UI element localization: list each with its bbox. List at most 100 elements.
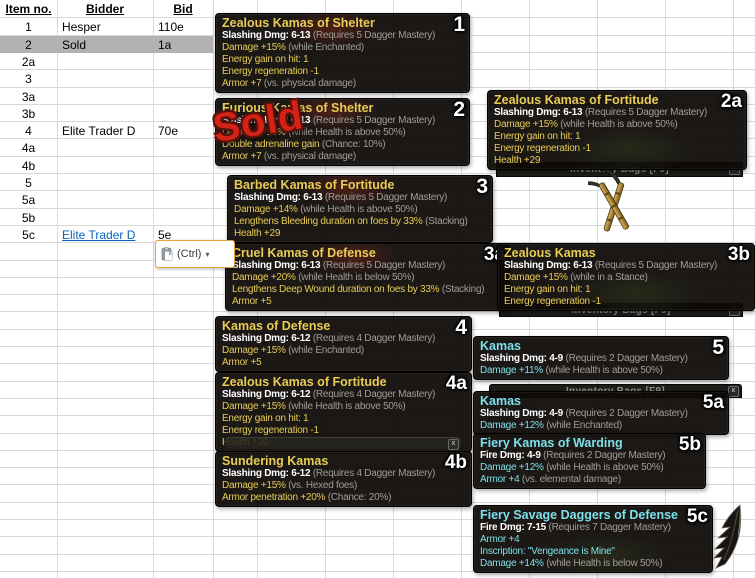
item-name: Kamas: [480, 339, 722, 353]
tooltip-stat-line: Damage +15% (while Health is above 50%): [494, 119, 740, 131]
cell-item-no[interactable]: 5a: [0, 191, 57, 208]
item-tooltip-3a: Cruel Kamas of DefenseSlashing Dmg: 6-13…: [225, 243, 510, 311]
cell-item-no[interactable]: 3b: [0, 105, 57, 122]
tooltip-stat-line: Slashing Dmg: 6-13 (Requires 5 Dagger Ma…: [504, 260, 748, 272]
cell-bid[interactable]: [153, 105, 218, 122]
cell-item-no[interactable]: 4a: [0, 139, 57, 156]
column-header-bidder[interactable]: Bidder: [57, 0, 153, 17]
tooltip-number-badge: 5c: [687, 506, 708, 528]
item-name: Zealous Kamas of Shelter: [222, 16, 463, 30]
tooltip-stat-line: Damage +12% (while Health is above 50%): [480, 462, 699, 474]
stat-segment-gray: (while Health is above 50%): [298, 204, 418, 215]
tooltip-stat-line: Energy regeneration -1: [504, 296, 748, 308]
cell-item-no[interactable]: 5c: [0, 226, 57, 243]
stat-segment-gray: (Requires 4 Dagger Mastery): [310, 389, 435, 400]
tooltip-stat-line: Damage +12% (while Enchanted): [480, 420, 722, 432]
stat-segment-gray: (vs. elemental damage): [519, 474, 621, 485]
stat-segment-gold: Energy gain on hit: 1: [504, 284, 590, 295]
stat-segment-gold: Armor +5: [232, 296, 271, 307]
tooltip-stat-line: Slashing Dmg: 6-12 (Requires 4 Dagger Ma…: [222, 468, 465, 480]
cell-item-no[interactable]: 1: [0, 18, 57, 35]
item-tooltip-3b: Zealous KamasSlashing Dmg: 6-13 (Require…: [497, 243, 755, 311]
stat-segment-blue: Armor +4: [480, 534, 519, 545]
stat-segment-stat: Slashing Dmg: 6-13: [232, 260, 320, 271]
stat-segment-gray: (while Enchanted): [544, 420, 622, 431]
stat-segment-gray: (Requires 5 Dagger Mastery): [582, 107, 707, 118]
cell-bidder[interactable]: [57, 139, 158, 156]
cell-bid[interactable]: [153, 139, 218, 156]
stat-segment-stat: Slashing Dmg: 6-12: [222, 333, 310, 344]
cell-item-no[interactable]: 2: [0, 36, 57, 53]
cell-item-no[interactable]: 5b: [0, 209, 57, 226]
cell-bidder[interactable]: [57, 105, 158, 122]
cell-bidder[interactable]: [57, 174, 158, 191]
cell-item-no[interactable]: 5: [0, 174, 57, 191]
stat-segment-gray: (Requires 4 Dagger Mastery): [310, 468, 435, 479]
tooltip-stat-line: Slashing Dmg: 6-13 (Requires 5 Dagger Ma…: [222, 30, 463, 42]
stat-segment-gray: (Requires 2 Dagger Mastery): [541, 450, 666, 461]
column-header-item-no[interactable]: Item no.: [0, 0, 57, 17]
cell-bid[interactable]: [153, 209, 218, 226]
cell-bidder[interactable]: Elite Trader D: [57, 122, 158, 139]
cell-bidder[interactable]: [57, 191, 158, 208]
stat-segment-gray: (vs. physical damage): [261, 78, 356, 89]
close-icon: x: [448, 439, 459, 450]
cell-bidder[interactable]: Hesper: [57, 18, 158, 35]
paste-options-button[interactable]: (Ctrl) ▾: [155, 240, 235, 268]
cell-item-no[interactable]: 4: [0, 122, 57, 139]
tooltip-stat-line: Slashing Dmg: 6-12 (Requires 4 Dagger Ma…: [222, 389, 465, 401]
tooltip-number-badge: 4: [455, 317, 467, 339]
cell-item-no[interactable]: 3a: [0, 88, 57, 105]
item-tooltip-3: Barbed Kamas of FortitudeSlashing Dmg: 6…: [227, 175, 493, 243]
tooltip-stat-line: Damage +15% (while Enchanted): [222, 42, 463, 54]
stat-segment-gold: Energy gain on hit: 1: [494, 131, 580, 142]
cell-bidder[interactable]: [57, 70, 158, 87]
tooltip-number-badge: 5a: [703, 392, 724, 414]
stat-segment-gray: (Requires 5 Dagger Mastery): [320, 260, 445, 271]
cell-item-no[interactable]: 2a: [0, 53, 57, 70]
cell-item-no[interactable]: 4b: [0, 157, 57, 174]
tooltip-stat-line: Damage +14% (while Health is below 50%): [480, 558, 706, 570]
chevron-down-icon: ▾: [205, 250, 209, 259]
tooltip-number-badge: 3: [476, 176, 488, 198]
stat-segment-gray: (Requires 5 Dagger Mastery): [322, 192, 447, 203]
cell-bid[interactable]: 70e: [153, 122, 218, 139]
cell-bid[interactable]: [153, 191, 218, 208]
cell-bidder[interactable]: [57, 53, 158, 70]
stat-segment-gold: Energy regeneration -1: [222, 425, 319, 436]
cell-bidder[interactable]: Elite Trader D: [57, 226, 158, 243]
cell-bidder[interactable]: Sold: [57, 36, 158, 53]
cell-bid[interactable]: 1a: [153, 36, 218, 53]
stat-segment-gold: Energy regeneration -1: [504, 296, 601, 307]
tooltip-stat-line: Health +29: [234, 228, 486, 240]
stat-segment-gray: (while Health is above 50%): [558, 119, 678, 130]
cell-bid[interactable]: [153, 174, 218, 191]
stat-segment-blue: Damage +12%: [480, 420, 544, 431]
item-name: Zealous Kamas: [504, 246, 748, 260]
item-name: Zealous Kamas of Fortitude: [494, 93, 740, 107]
tooltip-number-badge: 4b: [445, 452, 467, 474]
cell-bid[interactable]: [153, 88, 218, 105]
cell-bid[interactable]: [153, 70, 218, 87]
tooltip-stat-line: Inscription: "Vengeance is Mine": [480, 546, 706, 558]
tooltip-stat-line: Armor +7 (vs. physical damage): [222, 78, 463, 90]
tooltip-stat-line: Energy gain on hit: 1: [494, 131, 740, 143]
cell-bid[interactable]: [153, 157, 218, 174]
tooltip-stat-line: Damage +20% (while Health is below 50%): [232, 272, 503, 284]
cell-bidder[interactable]: [57, 209, 158, 226]
tooltip-stat-line: Armor +7 (vs. physical damage): [222, 151, 463, 163]
cell-bid[interactable]: [153, 53, 218, 70]
item-tooltip-5a: KamasSlashing Dmg: 4-9 (Requires 2 Dagge…: [473, 391, 729, 435]
tooltip-stat-line: Health +29: [494, 155, 740, 167]
item-tooltip-5: KamasSlashing Dmg: 4-9 (Requires 2 Dagge…: [473, 336, 729, 380]
cell-item-no[interactable]: 3: [0, 70, 57, 87]
cell-bidder[interactable]: [57, 157, 158, 174]
tooltip-stat-line: Damage +15% (vs. Hexed foes): [222, 480, 465, 492]
cell-bidder[interactable]: [57, 88, 158, 105]
tooltip-stat-line: Energy gain on hit: 1: [222, 413, 465, 425]
cell-bid[interactable]: 110e: [153, 18, 218, 35]
column-header-bid[interactable]: Bid: [153, 0, 213, 17]
tooltip-stat-line: Lengthens Deep Wound duration on foes by…: [232, 284, 503, 296]
stat-segment-gray: (while Enchanted): [286, 42, 364, 53]
bidder-link[interactable]: Elite Trader D: [62, 228, 135, 242]
